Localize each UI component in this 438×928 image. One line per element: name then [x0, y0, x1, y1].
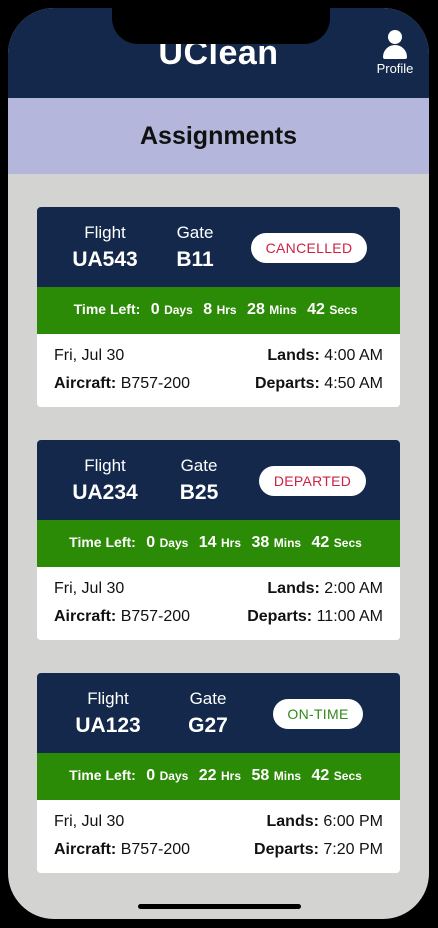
gate-label: Gate: [189, 689, 227, 708]
departs-value: 11:00 AM: [316, 608, 383, 625]
page-title: Assignments: [140, 122, 297, 150]
departs-info: Departs: 7:20 PM: [254, 841, 383, 859]
lands-label: Lands:: [267, 580, 320, 597]
minutes-value: 58: [251, 767, 270, 784]
days-value: 0: [146, 534, 156, 551]
card-header: Flight UA234 Gate B25 DEPARTED: [37, 440, 400, 520]
days-unit: Days: [164, 303, 193, 317]
profile-label: Profile: [376, 61, 414, 76]
seconds-unit: Secs: [333, 769, 362, 783]
minutes-value: 28: [247, 301, 265, 318]
minutes-unit: Mins: [273, 536, 302, 550]
departs-label: Departs:: [254, 841, 319, 858]
aircraft-info: Aircraft: B757-200: [54, 375, 190, 393]
days-value: 0: [146, 767, 156, 784]
status-badge: CANCELLED: [251, 233, 367, 263]
gate-number: B25: [179, 481, 219, 504]
flight-label: Flight: [84, 456, 126, 475]
flight-number: UA543: [72, 248, 138, 271]
lands-label: Lands:: [267, 347, 320, 364]
time-left-bar: Time Left: 0 Days 14 Hrs 38 Mins 42 Secs: [37, 520, 400, 567]
flight-number: UA123: [75, 714, 141, 737]
departs-info: Departs: 4:50 AM: [255, 375, 383, 393]
hours-value: 8: [203, 301, 213, 318]
assignment-card[interactable]: Flight UA123 Gate G27 ON-TIME Time Left:…: [37, 673, 400, 873]
assignment-card[interactable]: Flight UA543 Gate B11 CANCELLED Time Lef…: [37, 207, 400, 407]
card-header: Flight UA543 Gate B11 CANCELLED: [37, 207, 400, 287]
seconds-value: 42: [311, 767, 330, 784]
flight-label: Flight: [84, 223, 126, 242]
time-left-bar: Time Left: 0 Days 8 Hrs 28 Mins 42 Secs: [37, 287, 400, 334]
gate-label: Gate: [180, 456, 218, 475]
aircraft-label: Aircraft:: [54, 375, 117, 392]
flight-date: Fri, Jul 30: [54, 347, 125, 364]
seconds-unit: Secs: [329, 303, 358, 317]
aircraft-value: B757-200: [120, 841, 191, 858]
days-unit: Days: [159, 536, 189, 550]
status-badge: ON-TIME: [273, 699, 363, 729]
status-badge: DEPARTED: [259, 466, 366, 496]
hours-value: 22: [198, 767, 217, 784]
days-value: 0: [150, 301, 160, 318]
lands-value: 6:00 PM: [323, 813, 383, 830]
gate-label: Gate: [176, 223, 214, 242]
gate-number: B11: [176, 248, 214, 271]
device-notch: [112, 8, 330, 44]
departs-value: 7:20 PM: [323, 841, 383, 858]
aircraft-value: B757-200: [120, 608, 191, 625]
lands-info: Lands: 2:00 AM: [267, 580, 383, 598]
flight-date: Fri, Jul 30: [54, 580, 125, 597]
hours-unit: Hrs: [221, 536, 242, 550]
aircraft-label: Aircraft:: [54, 841, 117, 858]
minutes-unit: Mins: [269, 303, 297, 317]
days-unit: Days: [159, 769, 189, 783]
lands-info: Lands: 4:00 AM: [267, 347, 383, 365]
aircraft-value: B757-200: [120, 375, 191, 392]
departs-label: Departs:: [254, 375, 320, 392]
card-header: Flight UA123 Gate G27 ON-TIME: [37, 673, 400, 753]
seconds-unit: Secs: [333, 536, 362, 550]
lands-info: Lands: 6:00 PM: [267, 813, 384, 831]
departs-label: Departs:: [247, 608, 313, 625]
aircraft-info: Aircraft: B757-200: [54, 841, 190, 859]
card-details: Fri, Jul 30 Aircraft: B757-200 Lands: 4:…: [37, 334, 400, 407]
flight-date: Fri, Jul 30: [54, 813, 125, 830]
time-left-label: Time Left:: [73, 301, 141, 317]
user-icon: [383, 30, 407, 60]
hours-unit: Hrs: [216, 303, 237, 317]
card-details: Fri, Jul 30 Aircraft: B757-200 Lands: 6:…: [37, 800, 400, 873]
section-header: Assignments: [8, 98, 429, 174]
hours-unit: Hrs: [221, 769, 242, 783]
seconds-value: 42: [307, 301, 325, 318]
aircraft-label: Aircraft:: [54, 608, 117, 625]
time-left-label: Time Left:: [69, 767, 136, 783]
home-indicator[interactable]: [138, 904, 301, 909]
flight-label: Flight: [87, 689, 129, 708]
time-left-bar: Time Left: 0 Days 22 Hrs 58 Mins 42 Secs: [37, 753, 400, 800]
assignment-card[interactable]: Flight UA234 Gate B25 DEPARTED Time Left…: [37, 440, 400, 640]
minutes-unit: Mins: [273, 769, 302, 783]
flight-number: UA234: [72, 481, 138, 504]
phone-screen: UClean Profile Assignments Flight UA543 …: [8, 8, 429, 919]
profile-button[interactable]: Profile: [371, 30, 419, 76]
minutes-value: 38: [251, 534, 270, 551]
lands-value: 2:00 AM: [324, 580, 383, 597]
hours-value: 14: [198, 534, 217, 551]
lands-label: Lands:: [266, 813, 319, 830]
aircraft-info: Aircraft: B757-200: [54, 608, 190, 626]
departs-value: 4:50 AM: [324, 375, 383, 392]
time-left-label: Time Left:: [69, 534, 136, 550]
card-details: Fri, Jul 30 Aircraft: B757-200 Lands: 2:…: [37, 567, 400, 640]
lands-value: 4:00 AM: [324, 347, 383, 364]
seconds-value: 42: [311, 534, 330, 551]
gate-number: G27: [188, 714, 228, 737]
departs-info: Departs: 11:00 AM: [247, 608, 383, 626]
